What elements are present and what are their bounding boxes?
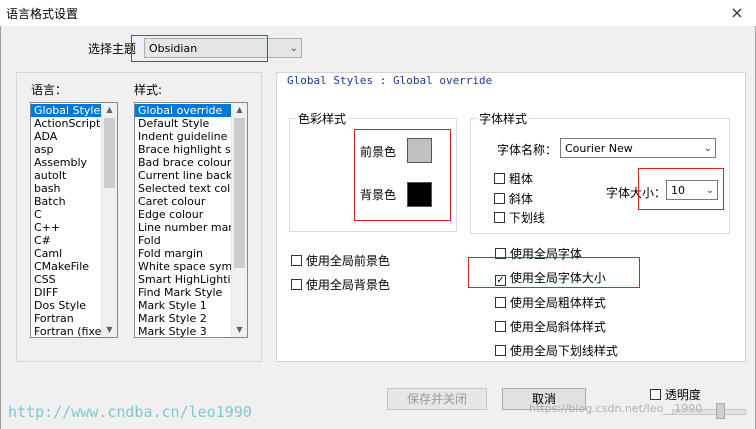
use-global-bg-checkbox[interactable] [291, 279, 302, 290]
italic-checkbox-row[interactable]: 斜体 [494, 190, 533, 207]
use-global-fg-row[interactable]: 使用全局前景色 [291, 252, 390, 269]
italic-checkbox[interactable] [494, 193, 505, 204]
scroll-up-icon[interactable]: ▲ [102, 103, 117, 117]
underline-checkbox[interactable] [494, 212, 505, 223]
language-list[interactable]: Global Styles ActionScript ADA asp Assembly a… [30, 102, 118, 338]
scroll-down-icon[interactable]: ▼ [232, 323, 247, 337]
bold-checkbox-row[interactable]: 粗体 [494, 170, 533, 187]
color-style-legend: 色彩样式 [296, 110, 349, 127]
use-global-bold-row[interactable]: 使用全局粗体样式 [495, 294, 606, 311]
font-name-label: 字体名称： [497, 143, 558, 157]
underline-checkbox-row[interactable]: 下划线 [494, 209, 545, 226]
window-border-left [0, 26, 1, 429]
use-global-bg-row[interactable]: 使用全局背景色 [291, 276, 390, 293]
use-global-italic-label: 使用全局斜体样式 [509, 320, 606, 334]
use-global-bg-label: 使用全局背景色 [305, 278, 390, 292]
use-global-underline-row[interactable]: 使用全局下划线样式 [495, 342, 618, 359]
bold-checkbox[interactable] [494, 173, 505, 184]
font-name-select[interactable]: Courier New ⌄ [560, 138, 716, 158]
theme-label: 选择主题 [88, 42, 137, 56]
window-title: 语言格式设置 [6, 7, 79, 21]
style-scrollbar[interactable]: ▲ ▼ [231, 103, 247, 337]
highlight-theme [131, 35, 268, 62]
highlight-font-size [638, 168, 724, 210]
highlight-colors [354, 129, 451, 221]
language-scrollbar[interactable]: ▲ ▼ [101, 103, 117, 337]
panel-header: Global Styles : Global override [287, 74, 493, 87]
watermark-right: https://blog.csdn.net/leo__1990 [529, 402, 703, 415]
language-label: 语言： [31, 83, 68, 97]
scroll-up-icon[interactable]: ▲ [232, 103, 247, 117]
save-close-button[interactable]: 保存并关闭 [387, 388, 487, 410]
use-global-bold-label: 使用全局粗体样式 [509, 296, 606, 310]
font-name-value: Courier New [565, 142, 633, 155]
chevron-down-icon: ⌄ [703, 143, 712, 154]
underline-label: 下划线 [508, 211, 545, 225]
use-global-underline-checkbox[interactable] [495, 345, 506, 356]
scroll-down-icon[interactable]: ▼ [102, 323, 117, 337]
transparency-label: 透明度 [664, 388, 701, 402]
scroll-thumb[interactable] [234, 118, 245, 268]
transparency-checkbox[interactable] [650, 389, 661, 400]
close-button[interactable]: × [722, 2, 752, 24]
use-global-bold-checkbox[interactable] [495, 297, 506, 308]
highlight-global-font-size [468, 257, 640, 288]
use-global-underline-label: 使用全局下划线样式 [509, 344, 618, 358]
chevron-down-icon: ⌄ [289, 43, 298, 54]
transparency-row[interactable]: 透明度 [650, 386, 701, 403]
use-global-fg-label: 使用全局前景色 [305, 254, 390, 268]
font-style-legend: 字体样式 [477, 110, 530, 127]
use-global-italic-row[interactable]: 使用全局斜体样式 [495, 318, 606, 335]
style-label: 样式: [134, 83, 163, 97]
style-list[interactable]: Global override Default Style Indent guide… [134, 102, 248, 338]
bold-label: 粗体 [508, 172, 533, 186]
scroll-thumb[interactable] [104, 118, 115, 188]
transparency-slider-thumb[interactable] [716, 403, 725, 419]
italic-label: 斜体 [508, 192, 533, 206]
use-global-italic-checkbox[interactable] [495, 321, 506, 332]
title-bar [0, 0, 756, 26]
use-global-fg-checkbox[interactable] [291, 255, 302, 266]
watermark-left: http://www.cndba.cn/leo1990 [8, 403, 252, 421]
